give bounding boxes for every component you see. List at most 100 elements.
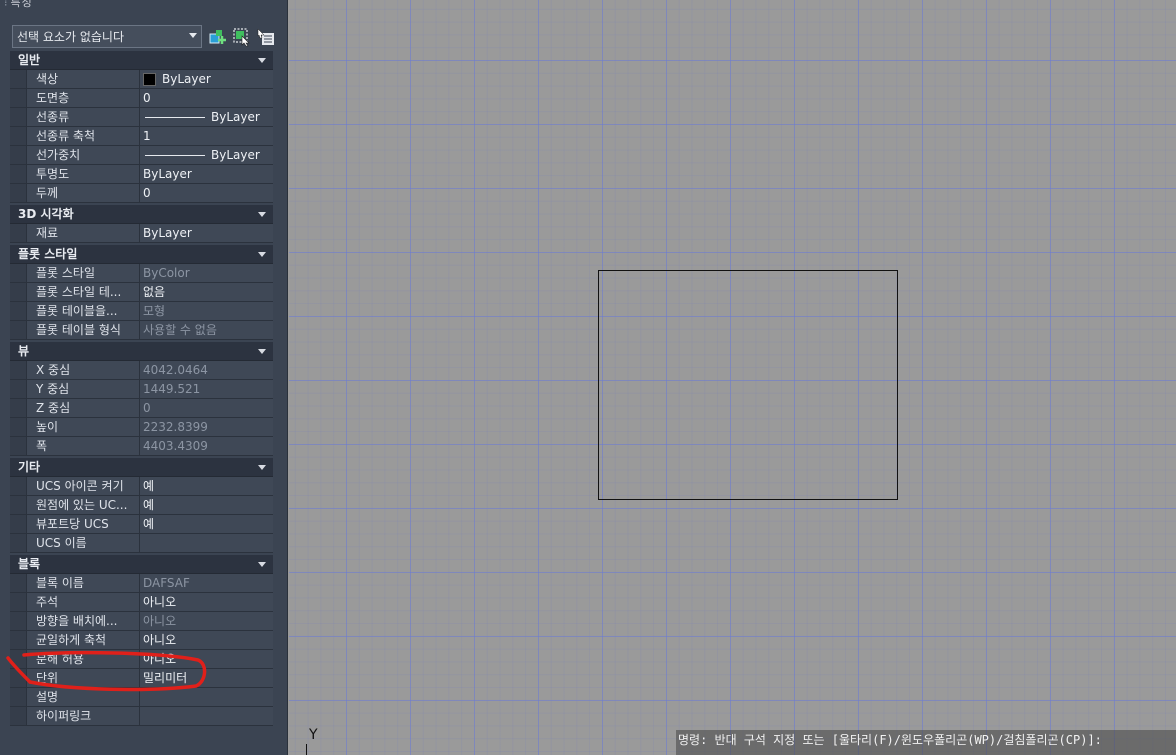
palette-title[interactable]: ⁝ 특성 xyxy=(0,0,287,9)
rectangle-object[interactable] xyxy=(598,270,898,500)
section-header[interactable]: 뷰 xyxy=(10,342,273,361)
pickadd-toggle-icon[interactable] xyxy=(256,27,276,47)
row-gutter xyxy=(10,631,27,649)
grip-icon[interactable]: ⁝ xyxy=(4,0,9,9)
property-row[interactable]: 재료 ByLayer xyxy=(10,224,273,243)
property-name: 선가중치 xyxy=(27,146,140,164)
collapse-arrow-icon[interactable] xyxy=(258,562,266,567)
ucs-y-label: Y xyxy=(309,727,318,743)
row-gutter xyxy=(10,707,27,725)
row-gutter xyxy=(10,534,27,552)
property-value[interactable]: 0 xyxy=(140,184,273,202)
property-row[interactable]: UCS 이름 xyxy=(10,534,273,553)
property-name: 블록 이름 xyxy=(27,574,140,592)
section-header-label: 뷰 xyxy=(18,344,30,358)
property-row[interactable]: 하이퍼링크 xyxy=(10,707,273,726)
property-value-text: 아니오 xyxy=(143,633,177,647)
property-row[interactable]: 색상 ByLayer xyxy=(10,70,273,89)
property-row[interactable]: 높이 2232.8399 xyxy=(10,418,273,437)
property-name: 플롯 스타일 xyxy=(27,264,140,282)
property-name: 주석 xyxy=(27,593,140,611)
property-row[interactable]: 폭 4403.4309 xyxy=(10,437,273,456)
property-row[interactable]: 선종류 ByLayer xyxy=(10,108,273,127)
section-header-label: 일반 xyxy=(18,53,41,67)
property-value-text: 1 xyxy=(143,129,151,143)
property-row[interactable]: 도면층 0 xyxy=(10,89,273,108)
property-row[interactable]: 플롯 스타일 테... 없음 xyxy=(10,283,273,302)
property-row[interactable]: UCS 아이콘 켜기 예 xyxy=(10,477,273,496)
row-gutter xyxy=(10,361,27,379)
property-value[interactable]: 예 xyxy=(140,477,273,495)
property-value[interactable]: 예 xyxy=(140,515,273,533)
property-row[interactable]: 선종류 축척 1 xyxy=(10,127,273,146)
property-row[interactable]: 선가중치 ByLayer xyxy=(10,146,273,165)
section-header[interactable]: 블록 xyxy=(10,555,273,574)
property-value[interactable]: 0 xyxy=(140,89,273,107)
collapse-arrow-icon[interactable] xyxy=(258,252,266,257)
property-row[interactable]: 플롯 테이블을... 모형 xyxy=(10,302,273,321)
quick-select-icon[interactable] xyxy=(208,27,228,47)
property-value-text: ByColor xyxy=(143,266,190,280)
section-header[interactable]: 3D 시각화 xyxy=(10,205,273,224)
selection-dropdown[interactable]: 선택 요소가 없습니다 xyxy=(12,25,202,48)
property-value[interactable]: ByLayer xyxy=(140,146,273,164)
property-value[interactable]: 아니오 xyxy=(140,593,273,611)
property-row[interactable]: Y 중심 1449.521 xyxy=(10,380,273,399)
property-value-text: 1449.521 xyxy=(143,382,201,396)
property-row[interactable]: 두께 0 xyxy=(10,184,273,203)
command-line[interactable]: 명령: 반대 구석 지정 또는 [울타리(F)/윈도우폴리곤(WP)/걸침폴리곤… xyxy=(676,730,1176,755)
section-header-label: 블록 xyxy=(18,557,41,571)
property-name: UCS 아이콘 켜기 xyxy=(27,477,140,495)
property-row[interactable]: 플롯 스타일 ByColor xyxy=(10,264,273,283)
property-value[interactable]: 없음 xyxy=(140,283,273,301)
property-value[interactable]: ByLayer xyxy=(140,70,273,88)
property-value[interactable]: ByLayer xyxy=(140,108,273,126)
property-value[interactable]: 아니오 xyxy=(140,631,273,649)
property-row[interactable]: 주석 아니오 xyxy=(10,593,273,612)
property-value[interactable]: 1 xyxy=(140,127,273,145)
section-header[interactable]: 플롯 스타일 xyxy=(10,245,273,264)
property-value-text: 사용할 수 없음 xyxy=(143,323,217,337)
property-row[interactable]: Z 중심 0 xyxy=(10,399,273,418)
property-name: 균일하게 축척 xyxy=(27,631,140,649)
property-value[interactable]: ByLayer xyxy=(140,165,273,183)
property-value: 2232.8399 xyxy=(140,418,273,436)
property-row[interactable]: 원점에 있는 UC... 예 xyxy=(10,496,273,515)
property-value-text: 모형 xyxy=(143,304,166,318)
select-objects-icon[interactable] xyxy=(232,27,252,47)
collapse-arrow-icon[interactable] xyxy=(258,58,266,63)
row-gutter xyxy=(10,477,27,495)
property-value[interactable] xyxy=(140,534,273,552)
section-header-label: 3D 시각화 xyxy=(18,207,74,221)
property-value: ByColor xyxy=(140,264,273,282)
property-row[interactable]: 투명도 ByLayer xyxy=(10,165,273,184)
color-swatch-icon xyxy=(143,72,156,86)
row-gutter xyxy=(10,496,27,514)
section-header[interactable]: 기타 xyxy=(10,458,273,477)
property-name: 높이 xyxy=(27,418,140,436)
property-value[interactable]: 예 xyxy=(140,496,273,514)
property-name: 폭 xyxy=(27,437,140,455)
property-value: 모형 xyxy=(140,302,273,320)
row-gutter xyxy=(10,515,27,533)
property-value[interactable]: ByLayer xyxy=(140,224,273,242)
property-row[interactable]: 블록 이름 DAFSAF xyxy=(10,574,273,593)
property-row[interactable]: 방향을 배치에... 아니오 xyxy=(10,612,273,631)
property-value[interactable] xyxy=(140,707,273,725)
palette-scrollbar[interactable] xyxy=(274,51,286,755)
property-name: Y 중심 xyxy=(27,380,140,398)
collapse-arrow-icon[interactable] xyxy=(258,212,266,217)
collapse-arrow-icon[interactable] xyxy=(258,349,266,354)
property-row[interactable]: 플롯 테이블 형식 사용할 수 없음 xyxy=(10,321,273,340)
section-header[interactable]: 일반 xyxy=(10,51,273,70)
property-row[interactable]: 뷰포트당 UCS 예 xyxy=(10,515,273,534)
property-name: 두께 xyxy=(27,184,140,202)
row-gutter xyxy=(10,184,27,202)
property-value: 4403.4309 xyxy=(140,437,273,455)
drawing-area[interactable]: Y 명령: 반대 구석 지정 또는 [울타리(F)/윈도우폴리곤(WP)/걸침폴… xyxy=(289,0,1176,755)
property-row[interactable]: X 중심 4042.0464 xyxy=(10,361,273,380)
property-value-text: ByLayer xyxy=(143,226,192,240)
property-name: 방향을 배치에... xyxy=(27,612,140,630)
collapse-arrow-icon[interactable] xyxy=(258,465,266,470)
property-value: 사용할 수 없음 xyxy=(140,321,273,339)
